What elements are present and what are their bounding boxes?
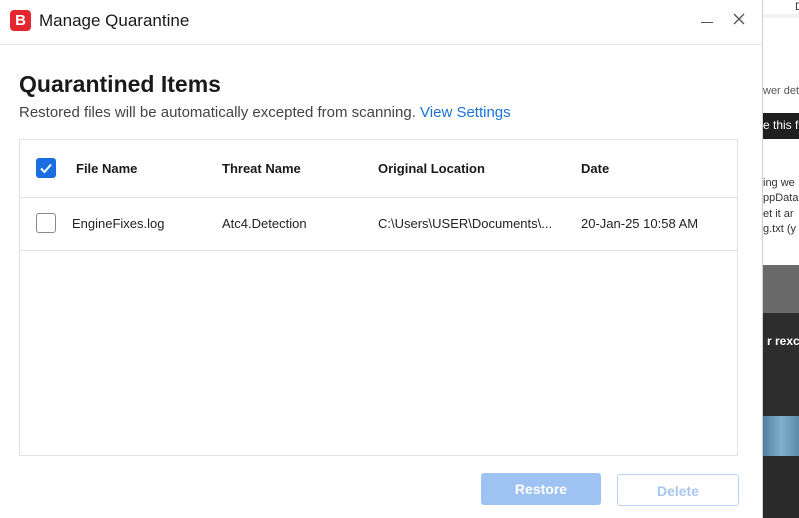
background-text: et it ar [763, 208, 794, 220]
original-location-cell: C:\Users\USER\Documents\... [378, 216, 553, 231]
select-all-checkbox[interactable] [36, 158, 56, 178]
background-window: D wer det e this f ing we ppData et it a… [763, 0, 799, 518]
subtitle-text: Restored files will be automatically exc… [19, 104, 416, 121]
page-heading: Quarantined Items [19, 71, 221, 97]
background-text: r rexcl [767, 334, 799, 348]
close-icon[interactable] [729, 9, 749, 29]
column-header-threat-name[interactable]: Threat Name [222, 161, 301, 176]
page-subtitle: Restored files will be automatically exc… [19, 104, 511, 121]
table-header: File Name Threat Name Original Location … [20, 140, 737, 198]
app-logo-icon: B [10, 10, 31, 31]
background-text: e this f [763, 118, 799, 132]
background-text: g.txt (y [763, 223, 797, 235]
column-header-original-location[interactable]: Original Location [378, 161, 485, 176]
background-text: wer det [763, 85, 799, 97]
close-glyph [733, 13, 745, 25]
minimize-icon[interactable] [698, 10, 718, 30]
column-header-date[interactable]: Date [581, 161, 609, 176]
view-settings-link[interactable]: View Settings [420, 104, 511, 121]
background-text: D [795, 1, 799, 13]
background-text: ing we [763, 177, 795, 189]
row-checkbox[interactable] [36, 213, 56, 233]
column-header-file-name[interactable]: File Name [76, 161, 137, 176]
title-bar: B Manage Quarantine [0, 0, 762, 45]
file-name-cell: EngineFixes.log [72, 216, 165, 231]
checkmark-icon [40, 163, 52, 174]
table-row[interactable]: EngineFixes.log Atc4.Detection C:\Users\… [20, 197, 737, 251]
background-text: ppData [763, 192, 799, 204]
date-cell: 20-Jan-25 10:58 AM [581, 216, 699, 231]
delete-button[interactable]: Delete [617, 474, 739, 506]
manage-quarantine-dialog: B Manage Quarantine Quarantined Items Re… [0, 0, 763, 518]
threat-name-cell: Atc4.Detection [222, 216, 307, 231]
restore-button[interactable]: Restore [481, 473, 601, 505]
window-title: Manage Quarantine [39, 11, 190, 30]
quarantine-table: File Name Threat Name Original Location … [19, 139, 738, 456]
